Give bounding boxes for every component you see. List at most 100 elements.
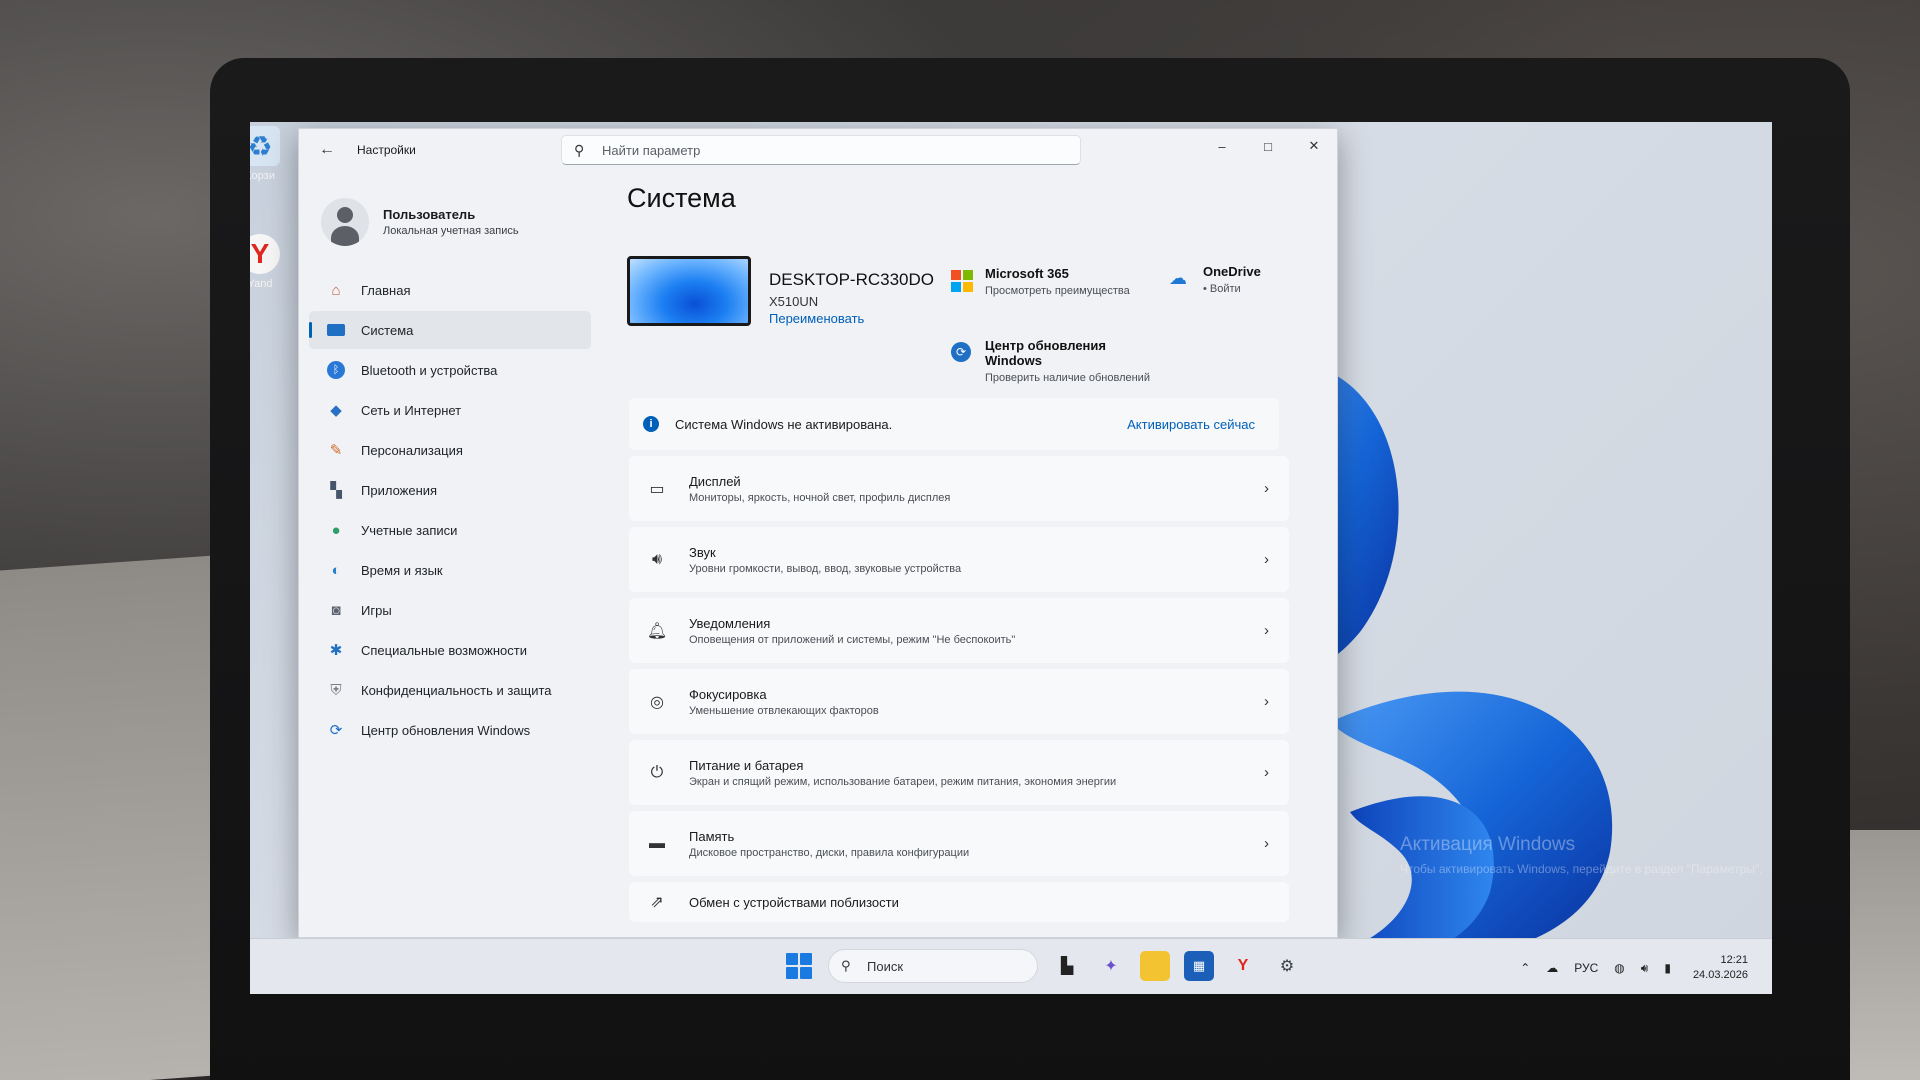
- sidebar: Пользователь Локальная учетная запись ⌂ …: [299, 175, 599, 751]
- chevron-up-icon[interactable]: ⌃: [1520, 961, 1530, 975]
- sidebar-item-home[interactable]: ⌂ Главная: [309, 271, 591, 309]
- sidebar-item-privacy[interactable]: ⛨ Конфиденциальность и защита: [309, 671, 591, 709]
- user-name: Пользователь: [383, 207, 476, 222]
- card-nearby-sharing[interactable]: ⇗ Обмен с устройствами поблизости: [629, 882, 1289, 922]
- card-display[interactable]: ▭ Дисплей Мониторы, яркость, ночной свет…: [629, 456, 1289, 521]
- settings-icon[interactable]: ⚙: [1272, 951, 1302, 981]
- minimize-button[interactable]: –: [1199, 129, 1245, 163]
- shield-icon: ⛨: [330, 681, 342, 699]
- focus-icon: ◎: [650, 693, 664, 711]
- share-icon: ⇗: [650, 894, 664, 911]
- chevron-right-icon: ›: [1264, 622, 1269, 639]
- language-indicator[interactable]: РУС: [1574, 961, 1598, 975]
- chevron-right-icon: ›: [1264, 693, 1269, 710]
- sidebar-item-windows-update[interactable]: ⟳ Центр обновления Windows: [309, 711, 591, 749]
- person-icon: ●: [331, 521, 341, 539]
- recycle-bin-icon: ♻: [250, 126, 280, 166]
- app-title: Настройки: [357, 143, 416, 157]
- user-card[interactable]: Пользователь Локальная учетная запись: [299, 175, 599, 255]
- device-summary: DESKTOP-RC330DO X510UN Переименовать Mic…: [619, 214, 1319, 384]
- bell-icon: 🔔︎: [646, 622, 668, 640]
- quick-link-windows-update[interactable]: ⟳ Центр обновления Windows Проверить нал…: [951, 338, 1165, 384]
- yandex-browser-icon: Y: [250, 234, 280, 274]
- bluetooth-icon: ᛒ: [325, 359, 347, 381]
- start-button[interactable]: [786, 953, 812, 979]
- file-explorer-icon[interactable]: [1140, 951, 1170, 981]
- quick-link-onedrive[interactable]: ☁ OneDrive • Войти: [1169, 264, 1261, 295]
- search-box[interactable]: ⚲: [561, 135, 1081, 165]
- screen: ♻ Корзи Y Yand Активация Windows Чтобы а…: [250, 122, 1772, 994]
- activation-banner: i Система Windows не активирована. Актив…: [629, 398, 1279, 450]
- task-view-icon[interactable]: ▙: [1052, 951, 1082, 981]
- window-controls: – □ ✕: [1199, 129, 1337, 163]
- card-power[interactable]: ⏻ Питание и батарея Экран и спящий режим…: [629, 740, 1289, 805]
- display-icon: ▭: [649, 480, 665, 498]
- chevron-right-icon: ›: [1264, 835, 1269, 852]
- monitor-icon: [325, 319, 347, 341]
- search-icon: ⚲: [574, 141, 585, 158]
- activation-watermark: Активация Windows Чтобы активировать Win…: [1400, 834, 1763, 876]
- sidebar-item-gaming[interactable]: ◙ Игры: [309, 591, 591, 629]
- card-focus[interactable]: ◎ Фокусировка Уменьшение отвлекающих фак…: [629, 669, 1289, 734]
- main-content: Система DESKTOP-RC330DO X510UN Переимено…: [619, 171, 1319, 928]
- wifi-icon: ◆: [330, 402, 342, 419]
- sidebar-nav: ⌂ Главная Система ᛒ Bluetooth и устройст…: [299, 271, 599, 749]
- chevron-right-icon: ›: [1264, 764, 1269, 781]
- arrow-left-icon: ←: [319, 141, 335, 158]
- sidebar-item-accessibility[interactable]: ✱ Специальные возможности: [309, 631, 591, 669]
- taskbar-center: ⚲ Поиск ▙ ✦ ▦ Y ⚙: [786, 949, 1302, 983]
- search-icon: ⚲: [841, 958, 851, 973]
- back-button[interactable]: ←: [309, 134, 345, 166]
- globe-clock-icon: ◐: [331, 561, 341, 579]
- sidebar-item-apps[interactable]: ▚ Приложения: [309, 471, 591, 509]
- card-sound[interactable]: 🔊︎ Звук Уровни громкости, вывод, ввод, з…: [629, 527, 1289, 592]
- rename-link[interactable]: Переименовать: [769, 311, 864, 326]
- card-storage[interactable]: ▬ Память Дисковое пространство, диски, п…: [629, 811, 1289, 876]
- chevron-right-icon: ›: [1264, 551, 1269, 568]
- home-icon: ⌂: [331, 281, 341, 299]
- settings-window: ← Настройки ⚲ – □ ✕ Пользователь Локальн…: [298, 128, 1338, 938]
- sidebar-item-accounts[interactable]: ● Учетные записи: [309, 511, 591, 549]
- device-name: DESKTOP-RC330DO: [769, 270, 935, 289]
- card-notifications[interactable]: 🔔︎ Уведомления Оповещения от приложений …: [629, 598, 1289, 663]
- maximize-button[interactable]: □: [1245, 129, 1291, 163]
- microsoft365-icon: [951, 270, 973, 292]
- device-thumbnail: [627, 256, 751, 326]
- taskbar: ⚲ Поиск ▙ ✦ ▦ Y ⚙ ⌃ ☁ РУС ◍ 🔊︎ ▮ 12:21 2…: [250, 938, 1772, 994]
- sidebar-item-time-language[interactable]: ◐ Время и язык: [309, 551, 591, 589]
- system-tray: ⌃ ☁ РУС ◍ 🔊︎ ▮ 12:21 24.03.2026: [1504, 953, 1748, 983]
- power-icon: ⏻: [650, 763, 664, 781]
- close-button[interactable]: ✕: [1291, 129, 1337, 163]
- gamepad-icon: ◙: [331, 601, 341, 619]
- network-icon[interactable]: ◍: [1614, 961, 1624, 975]
- copilot-icon[interactable]: ✦: [1096, 951, 1126, 981]
- update-icon: ⟳: [951, 342, 971, 362]
- sidebar-item-personalization[interactable]: ✎ Персонализация: [309, 431, 591, 469]
- quick-link-microsoft365[interactable]: Microsoft 365 Просмотреть преимущества: [951, 266, 1130, 297]
- account-type: Локальная учетная запись: [383, 225, 519, 237]
- onedrive-icon: ☁: [1169, 268, 1187, 288]
- desktop-icon-recycle-bin[interactable]: ♻ Корзи: [250, 126, 290, 182]
- activate-now-link[interactable]: Активировать сейчас: [1127, 417, 1255, 432]
- update-icon: ⟳: [329, 722, 343, 739]
- yandex-icon[interactable]: Y: [1228, 951, 1258, 981]
- volume-icon[interactable]: 🔊︎: [1641, 961, 1649, 976]
- clock[interactable]: 12:21 24.03.2026: [1693, 953, 1748, 983]
- speaker-icon: 🔊︎: [651, 550, 663, 568]
- onedrive-tray-icon[interactable]: ☁: [1546, 961, 1558, 975]
- brush-icon: ✎: [329, 442, 343, 459]
- sidebar-item-bluetooth[interactable]: ᛒ Bluetooth и устройства: [309, 351, 591, 389]
- settings-cards: ▭ Дисплей Мониторы, яркость, ночной свет…: [629, 456, 1289, 922]
- battery-icon[interactable]: ▮: [1664, 961, 1671, 975]
- info-icon: i: [643, 416, 659, 432]
- desktop-icon-yandex[interactable]: Y Yand: [250, 234, 290, 290]
- chevron-right-icon: ›: [1264, 480, 1269, 497]
- device-model: X510UN: [769, 294, 819, 309]
- taskbar-search[interactable]: ⚲ Поиск: [828, 949, 1038, 983]
- page-title: Система: [627, 183, 736, 213]
- sidebar-item-network[interactable]: ◆ Сеть и Интернет: [309, 391, 591, 429]
- accessibility-icon: ✱: [329, 642, 343, 659]
- search-input[interactable]: [602, 142, 1042, 158]
- store-icon[interactable]: ▦: [1184, 951, 1214, 981]
- sidebar-item-system[interactable]: Система: [309, 311, 591, 349]
